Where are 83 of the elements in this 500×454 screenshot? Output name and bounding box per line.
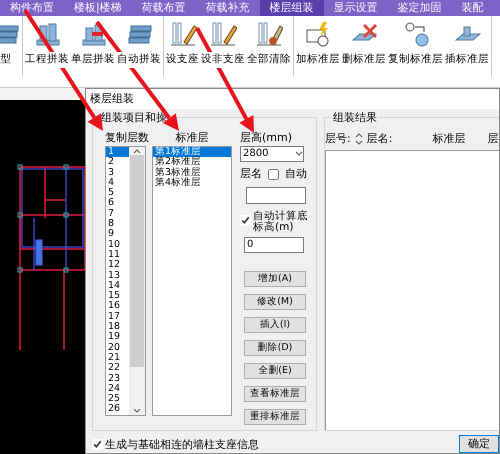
list-item[interactable]: 14: [106, 280, 129, 292]
checkbox-label: 自动计算底标高(m): [253, 210, 308, 232]
dialog-button[interactable]: 删除(D): [244, 340, 306, 356]
elevation-field[interactable]: 0: [244, 236, 304, 252]
ribbon-button[interactable]: 设支座: [166, 18, 199, 76]
checkbox-label: 生成与基础相连的墙柱支座信息: [105, 436, 259, 452]
list-item[interactable]: 25: [106, 394, 129, 404]
ribbon-button[interactable]: 设非支座: [201, 18, 245, 76]
dialog-button[interactable]: 查看标准层: [244, 386, 306, 402]
list-item[interactable]: 第2标准层: [153, 157, 231, 168]
list-item[interactable]: 10: [106, 240, 129, 250]
list-item[interactable]: 6: [106, 198, 129, 209]
field-label: 层名: [240, 166, 262, 182]
ribbon-button[interactable]: 单层拼装: [71, 18, 115, 76]
field-label: 层高(mm): [240, 130, 294, 146]
column-header[interactable]: 层: [487, 130, 498, 148]
list-box[interactable]: 1 2 3 4 5 6 7 8 9 10 11 12 13 14 15 16 17 18 19 20 21 22 23 24 25 26: [105, 146, 146, 416]
list-item[interactable]: 1: [106, 147, 129, 158]
dialog-button[interactable]: 修改(M): [244, 294, 306, 310]
list-item[interactable]: 13: [106, 270, 129, 281]
dialog-button[interactable]: 全删(E): [244, 362, 306, 378]
list-item[interactable]: 4: [106, 178, 129, 188]
ribbon-tab[interactable]: 显示设置: [324, 0, 388, 16]
list-item[interactable]: 第1标准层: [153, 147, 231, 158]
ribbon-tab[interactable]: 楼层组装: [260, 0, 324, 16]
ribbon-button[interactable]: 删标准层: [342, 18, 386, 76]
ribbon-button[interactable]: 自动拼装: [117, 18, 161, 76]
list-item[interactable]: 第4标准层: [153, 178, 231, 188]
ribbon-tab[interactable]: 楼板|楼梯: [64, 0, 132, 16]
list-item[interactable]: 第3标准层: [153, 168, 231, 178]
dialog-button[interactable]: 增加(A): [244, 270, 306, 286]
height-dropdown[interactable]: 2800: [240, 146, 304, 162]
ribbon-tab[interactable]: 装配: [452, 0, 494, 16]
list-item[interactable]: 17: [106, 312, 129, 322]
list-item[interactable]: 20: [106, 342, 129, 353]
ribbon-button[interactable]: 加标准层: [296, 18, 340, 76]
list-item[interactable]: 8: [106, 219, 129, 230]
list-item[interactable]: 12: [106, 260, 129, 271]
ribbon-tab[interactable]: 荷载布置: [132, 0, 196, 16]
checkbox[interactable]: [240, 214, 251, 226]
list-item[interactable]: 11: [106, 250, 129, 260]
column-label: 标准层: [174, 130, 210, 146]
list-item[interactable]: 5: [106, 188, 129, 198]
column-header[interactable]: 层名:: [366, 130, 392, 148]
list-item[interactable]: 19: [106, 332, 129, 343]
sort-icon: [354, 132, 363, 146]
column-header[interactable]: 层号:: [325, 130, 351, 148]
dialog-button[interactable]: 重排标准层: [244, 408, 306, 424]
list-box[interactable]: 第1标准层 第2标准层 第3标准层 第4标准层: [152, 146, 232, 416]
column-label: 复制层数: [105, 130, 149, 146]
list-item[interactable]: 26: [106, 404, 129, 415]
list-item[interactable]: 2: [106, 157, 129, 168]
list-item[interactable]: 22: [106, 363, 129, 374]
dropdown-caret-icon: [295, 151, 303, 157]
ribbon-button[interactable]: 型: [0, 18, 20, 76]
list-item[interactable]: 23: [106, 374, 129, 384]
ribbon-tab[interactable]: 荷载补充: [196, 0, 260, 16]
brush-icon: [255, 20, 283, 48]
ok-button[interactable]: 确定: [459, 435, 499, 453]
pencil-icon: [168, 20, 196, 48]
ribbon-button[interactable]: 插标准层: [445, 18, 489, 76]
list-item[interactable]: 3: [106, 168, 129, 178]
checkbox[interactable]: [268, 168, 279, 180]
pencil-icon: [209, 20, 237, 48]
checkbox-label: 自动: [285, 166, 307, 182]
list-item[interactable]: 7: [106, 208, 129, 220]
checkbox[interactable]: [92, 439, 103, 450]
list-item[interactable]: 9: [106, 229, 129, 240]
ribbon-tab[interactable]: 构件布置: [0, 0, 64, 16]
list-item[interactable]: 24: [106, 384, 129, 394]
scrollbar[interactable]: [129, 147, 145, 415]
ribbon-tab[interactable]: 鉴定加固: [388, 0, 452, 16]
ribbon-button[interactable]: 全部清除: [247, 18, 291, 76]
column-header[interactable]: 标准层: [432, 130, 466, 148]
dialog-title: 楼层组装: [86, 89, 499, 109]
ribbon-button[interactable]: 工程拼装: [25, 18, 69, 76]
dialog-button[interactable]: 插入(I): [244, 316, 306, 332]
list-item[interactable]: 16: [106, 301, 129, 312]
list-item[interactable]: 21: [106, 352, 129, 364]
ribbon-button[interactable]: 复制标准层: [388, 18, 443, 76]
name-field[interactable]: [246, 186, 306, 204]
list-item[interactable]: 15: [106, 291, 129, 302]
list-item[interactable]: 18: [106, 322, 129, 332]
